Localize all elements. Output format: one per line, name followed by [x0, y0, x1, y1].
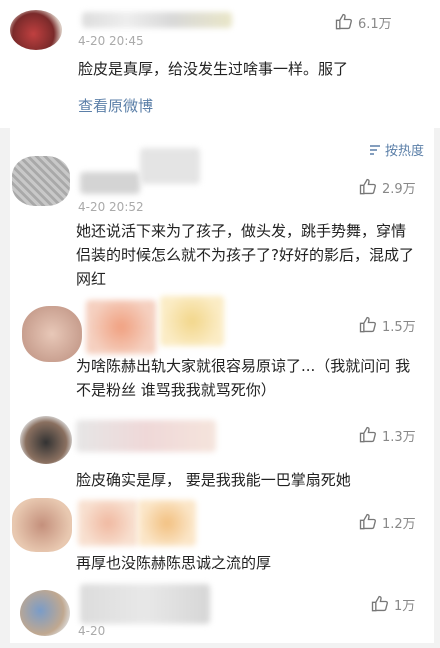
- like-count: 1.2万: [382, 516, 416, 532]
- avatar[interactable]: [12, 498, 72, 552]
- thumbs-up-icon: [359, 513, 376, 530]
- avatar[interactable]: [20, 416, 72, 464]
- username-blurred[interactable]: [80, 584, 210, 624]
- thumbs-up-icon: [335, 13, 352, 30]
- badge-blurred: [138, 500, 196, 546]
- comment-time: 4-20 20:52: [78, 200, 144, 214]
- username-blurred[interactable]: [82, 12, 232, 28]
- username-blurred[interactable]: [76, 420, 216, 452]
- thumbs-up-icon: [359, 178, 376, 195]
- like-button[interactable]: 1万: [370, 594, 415, 614]
- thumbs-up-icon: [359, 426, 376, 443]
- badge-blurred: [160, 296, 224, 346]
- comment-time: 4-20 20:45: [78, 34, 144, 48]
- like-button[interactable]: 1.5万: [358, 315, 416, 335]
- like-count: 2.9万: [382, 181, 416, 197]
- username-blurred[interactable]: [86, 300, 156, 354]
- view-original-link[interactable]: 查看原微博: [78, 95, 153, 116]
- like-count: 6.1万: [358, 16, 392, 32]
- comment-text: 为啥陈赫出轨大家就很容易原谅了...（我就问问 我不是粉丝 谁骂我我就骂死你）: [76, 357, 411, 399]
- avatar[interactable]: [20, 590, 70, 636]
- sort-label: 按热度: [384, 144, 424, 159]
- comment-text: 她还说活下来为了孩子，做头发，跳手势舞，穿情侣装的时候怎么就不为孩子了?好好的影…: [76, 222, 414, 288]
- like-button[interactable]: 1.3万: [358, 425, 416, 445]
- username-blurred[interactable]: [80, 172, 140, 194]
- avatar[interactable]: [12, 156, 70, 206]
- comment-text: 脸皮确实是厚， 要是我我能一巴掌扇死她: [76, 471, 351, 489]
- like-button[interactable]: 2.9万: [358, 177, 416, 197]
- like-count: 1.5万: [382, 319, 416, 335]
- comment-time: 4-20: [78, 624, 106, 638]
- top-comment-card: 4-20 20:45 6.1万 脸皮是真厚，给没发生过啥事一样。服了 查看原微博: [0, 0, 440, 128]
- username-blurred[interactable]: [78, 500, 138, 546]
- like-count: 1.3万: [382, 429, 416, 445]
- thumbs-up-icon: [371, 595, 388, 612]
- sort-icon: [369, 144, 380, 155]
- thumbs-up-icon: [359, 316, 376, 333]
- avatar[interactable]: [10, 10, 62, 50]
- like-button[interactable]: 6.1万: [334, 12, 392, 32]
- like-button[interactable]: 1.2万: [358, 512, 416, 532]
- sort-button[interactable]: 按热度: [368, 140, 424, 159]
- comment-list: 按热度 4-20 20:52 2.9万 她还说活下来为了孩子，做头发，跳手势舞，…: [10, 128, 434, 643]
- avatar[interactable]: [22, 306, 82, 362]
- badge-blurred: [140, 148, 200, 184]
- like-count: 1万: [394, 598, 416, 614]
- comment-text: 脸皮是真厚，给没发生过啥事一样。服了: [78, 60, 349, 78]
- comment-text: 再厚也没陈赫陈思诚之流的厚: [76, 554, 272, 572]
